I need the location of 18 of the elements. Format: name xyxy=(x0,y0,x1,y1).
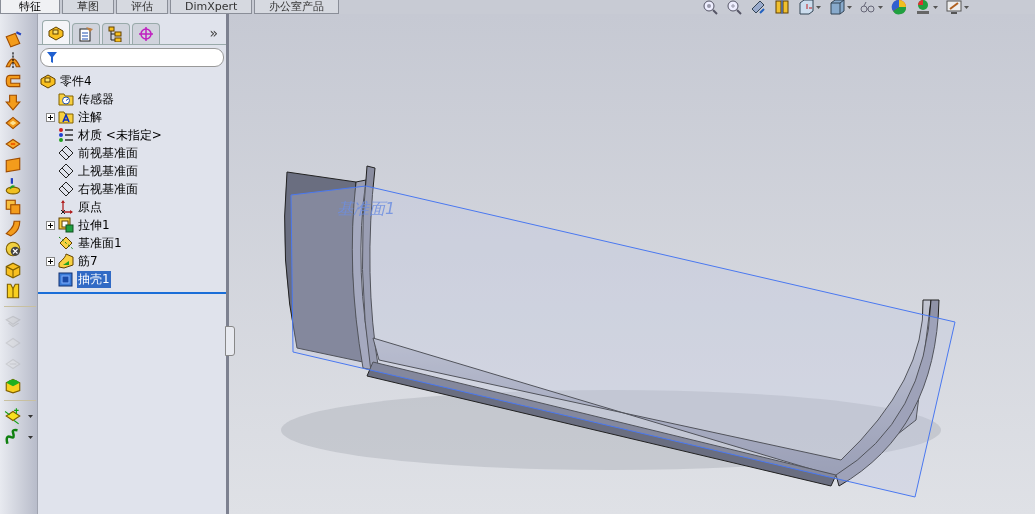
tree-item[interactable]: 前视基准面 xyxy=(77,144,139,162)
tree-item[interactable]: 注解 xyxy=(77,108,103,126)
command-tab[interactable]: 评估 xyxy=(116,0,168,14)
tree-item[interactable]: 拉伸1 xyxy=(77,216,111,234)
tree-item[interactable]: 基准面1 xyxy=(77,234,123,252)
tree-item[interactable]: 材质 <未指定> xyxy=(77,126,163,144)
tree-item[interactable]: 传感器 xyxy=(77,90,115,108)
tree-item[interactable]: 原点 xyxy=(77,198,103,216)
tree-item[interactable]: 右视基准面 xyxy=(77,180,139,198)
command-tab[interactable]: 特征 xyxy=(0,0,60,14)
tree-item[interactable]: 筋7 xyxy=(77,252,99,270)
tree-item[interactable]: 抽壳1 xyxy=(77,270,111,288)
command-tab[interactable]: 办公室产品 xyxy=(254,0,340,14)
tree-item[interactable]: 零件4 xyxy=(59,72,93,90)
tree-item[interactable]: 上视基准面 xyxy=(77,162,139,180)
command-tab[interactable]: 草图 xyxy=(62,0,114,14)
more-tabs-button[interactable]: » xyxy=(205,25,222,44)
command-tab[interactable]: DimXpert xyxy=(170,0,253,14)
